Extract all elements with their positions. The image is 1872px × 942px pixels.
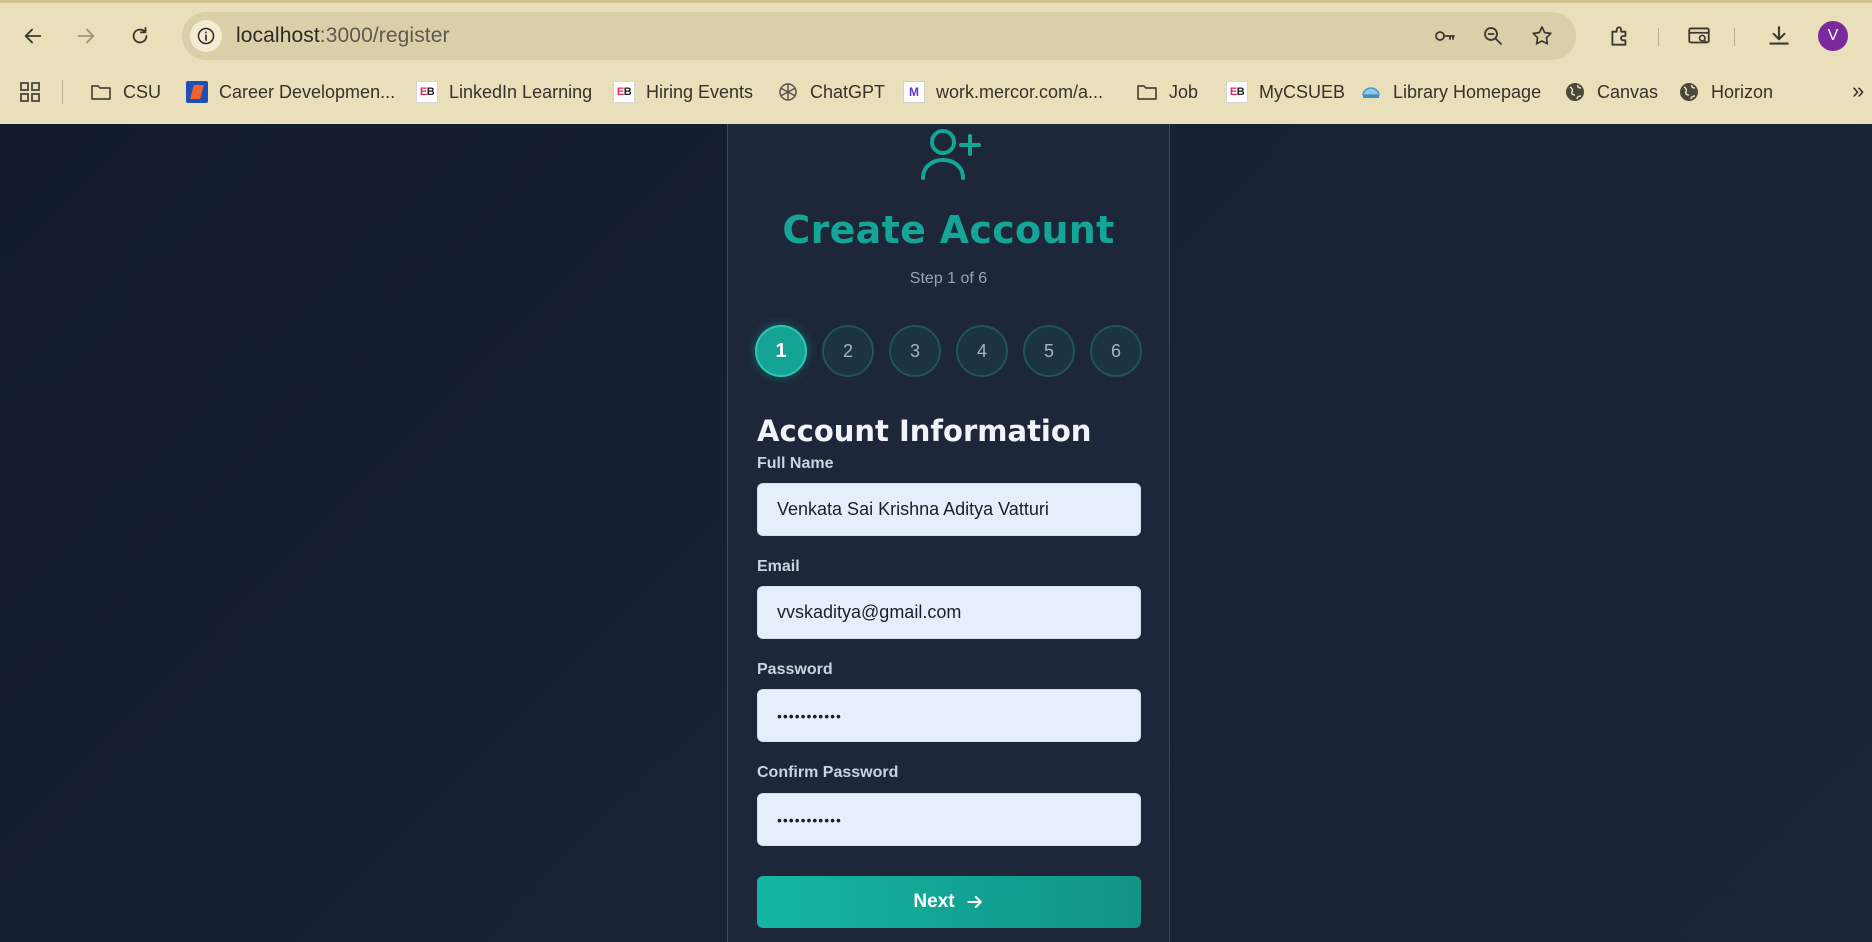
bookmark-mercor[interactable]: M work.mercor.com/a... <box>902 74 1103 110</box>
password-key-icon[interactable] <box>1432 23 1458 49</box>
bookmark-label: Hiring Events <box>646 81 754 102</box>
toolbar-divider <box>1734 28 1735 46</box>
bookmark-label: ChatGPT <box>810 81 886 102</box>
step-indicator-text: Step 1 of 6 <box>909 270 988 287</box>
extensions-puzzle-icon[interactable] <box>1604 20 1636 52</box>
step-4[interactable]: 4 <box>956 325 1008 377</box>
library-icon <box>1359 80 1383 104</box>
address-bar[interactable]: localhost:3000/register <box>182 12 1576 60</box>
site-info-button[interactable] <box>190 20 222 52</box>
step-5[interactable]: 5 <box>1023 325 1075 377</box>
email-label: Email <box>757 558 800 575</box>
folder-icon <box>1135 80 1159 104</box>
email-input[interactable]: vvskaditya@gmail.com <box>757 586 1141 639</box>
back-arrow-icon <box>24 28 42 44</box>
page-title: Create Account <box>782 208 1115 252</box>
reload-icon <box>132 26 148 44</box>
bookmark-canvas[interactable]: Canvas <box>1563 74 1658 110</box>
mercor-logo: M <box>902 80 926 104</box>
password-label: Password <box>757 661 833 678</box>
bookmark-mycsueb[interactable]: EB MyCSUEB <box>1225 74 1345 110</box>
bookmark-label: Career Developmen... <box>219 81 396 102</box>
toolbar-divider <box>1658 28 1659 46</box>
folder-icon <box>89 80 113 104</box>
section-title: Account Information <box>757 414 1092 448</box>
career-development-logo <box>185 80 209 104</box>
page-background: Create Account Step 1 of 6 1 2 3 4 5 6 A… <box>0 124 1872 942</box>
bookmark-label: Canvas <box>1597 81 1659 102</box>
next-button[interactable]: Next <box>757 876 1141 928</box>
forward-arrow-icon <box>77 28 95 44</box>
bookmark-label: Library Homepage <box>1393 81 1542 102</box>
browser-toolbar: localhost:3000/register V <box>0 6 1872 66</box>
more-bookmarks-chevron[interactable]: » <box>1852 78 1864 104</box>
bookmark-linkedin-learning[interactable]: EB LinkedIn Learning <box>415 74 592 110</box>
eb-logo: EB <box>612 80 636 104</box>
downloads-icon[interactable] <box>1763 20 1795 52</box>
bookmark-label: LinkedIn Learning <box>449 81 593 102</box>
zoom-icon[interactable] <box>1480 23 1506 49</box>
tab-search-icon[interactable] <box>1683 20 1715 52</box>
confirm-password-label: Confirm Password <box>757 764 899 781</box>
info-icon <box>197 27 215 45</box>
bookmarks-divider <box>62 80 63 104</box>
step-2[interactable]: 2 <box>822 325 874 377</box>
bookmark-horizon[interactable]: Horizon <box>1677 74 1773 110</box>
url-host: localhost <box>236 24 320 47</box>
password-input[interactable]: ••••••••••• <box>757 689 1141 742</box>
bookmark-chatgpt[interactable]: ChatGPT <box>776 74 885 110</box>
url-path: :3000/register <box>319 24 450 47</box>
eb-logo: EB <box>415 80 439 104</box>
arrow-right-icon <box>966 896 982 908</box>
chatgpt-logo <box>776 80 800 104</box>
globe-icon <box>1677 80 1701 104</box>
bookmark-career-development[interactable]: Career Developmen... <box>185 74 395 110</box>
bookmark-csu[interactable]: CSU <box>89 74 161 110</box>
bookmark-label: work.mercor.com/a... <box>936 81 1104 102</box>
reload-button[interactable] <box>124 20 156 52</box>
eb-logo: EB <box>1225 80 1249 104</box>
step-3[interactable]: 3 <box>889 325 941 377</box>
confirm-password-input[interactable]: ••••••••••• <box>757 793 1141 846</box>
tab-strip-edge <box>0 0 1872 3</box>
step-6[interactable]: 6 <box>1090 325 1142 377</box>
forward-button[interactable] <box>70 20 102 52</box>
full-name-label: Full Name <box>757 455 834 472</box>
user-plus-icon <box>921 129 981 180</box>
bookmark-job[interactable]: Job <box>1135 74 1198 110</box>
register-card: Create Account Step 1 of 6 1 2 3 4 5 6 A… <box>727 124 1170 942</box>
bookmark-label: MyCSUEB <box>1259 81 1346 102</box>
url-text[interactable]: localhost:3000/register <box>236 24 450 48</box>
bookmark-label: Horizon <box>1711 81 1774 102</box>
apps-grid-icon[interactable] <box>18 80 42 104</box>
globe-icon <box>1563 80 1587 104</box>
profile-avatar[interactable]: V <box>1818 21 1848 51</box>
back-button[interactable] <box>17 20 49 52</box>
bookmark-hiring-events[interactable]: EB Hiring Events <box>612 74 753 110</box>
browser-chrome: localhost:3000/register V CSU Career Dev… <box>0 0 1872 124</box>
bookmarks-bar: CSU Career Developmen... EB LinkedIn Lea… <box>0 74 1872 110</box>
step-progress: 1 2 3 4 5 6 <box>755 325 1145 379</box>
bookmark-label: Job <box>1169 81 1199 102</box>
step-1[interactable]: 1 <box>755 325 807 377</box>
next-button-label: Next <box>913 891 955 912</box>
bookmark-label: CSU <box>123 81 162 102</box>
bookmark-library-homepage[interactable]: Library Homepage <box>1359 74 1541 110</box>
bookmark-star-icon[interactable] <box>1529 23 1555 49</box>
full-name-input[interactable]: Venkata Sai Krishna Aditya Vatturi <box>757 483 1141 536</box>
